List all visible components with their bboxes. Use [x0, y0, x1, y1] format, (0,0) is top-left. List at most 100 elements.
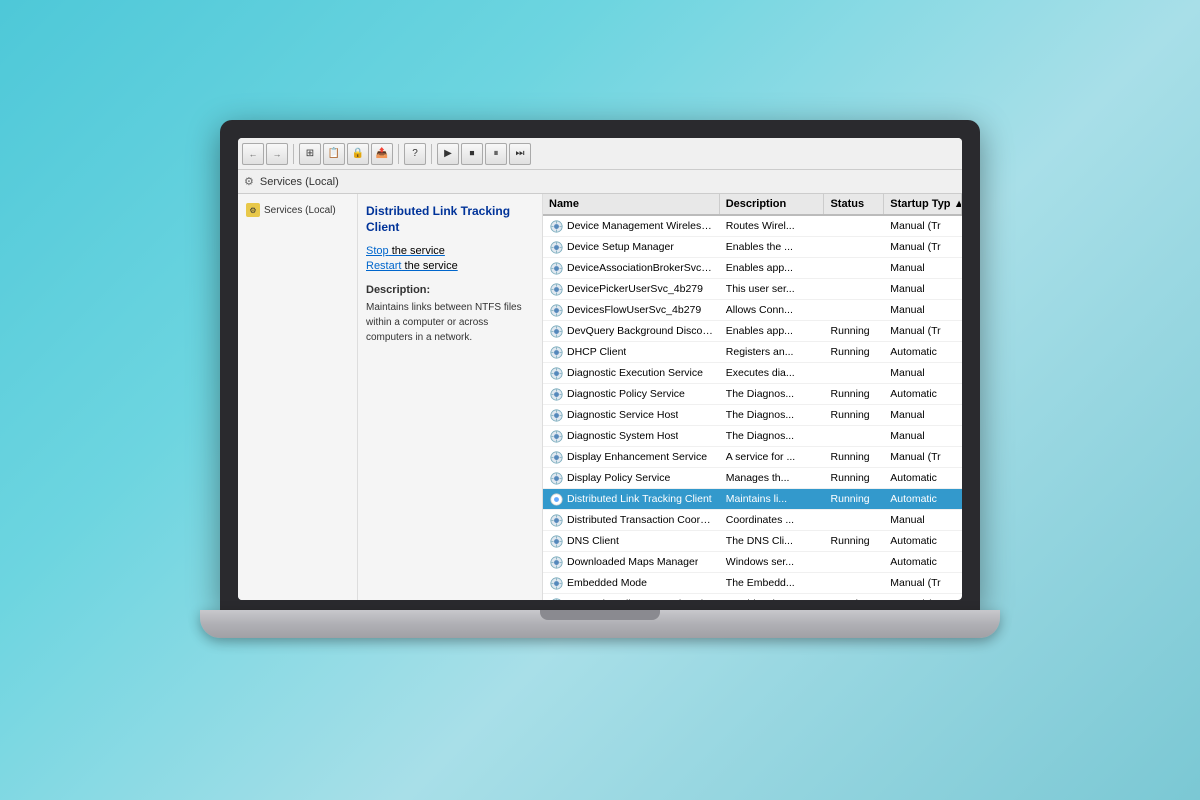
table-row[interactable]: Display Policy ServiceManages th...Runni… — [543, 468, 962, 489]
table-row[interactable]: Display Enhancement ServiceA service for… — [543, 447, 962, 468]
table-row[interactable]: DevQuery Background Discovery Broker Enab… — [543, 321, 962, 342]
service-description: The DNS Cli... — [720, 532, 825, 550]
service-name: Device Management Wireless Applicati... — [567, 220, 714, 232]
service-status — [825, 223, 885, 229]
service-startup-type: Automatic — [884, 532, 962, 550]
table-row[interactable]: Diagnostic Service HostThe Diagnos...Run… — [543, 405, 962, 426]
table-row[interactable]: Distributed Link Tracking Client Maintain… — [543, 489, 962, 510]
service-status: Running — [825, 343, 885, 361]
table-row[interactable]: Diagnostic Policy ServiceThe Diagnos...R… — [543, 384, 962, 405]
table-row[interactable]: Embedded ModeThe Embedd...Manual (Tr — [543, 573, 962, 594]
service-description: The Diagnos... — [720, 427, 825, 445]
service-startup-type: Automatic — [884, 385, 962, 403]
service-name: Distributed Link Tracking Client — [567, 493, 712, 505]
service-status — [825, 244, 885, 250]
service-status — [825, 433, 885, 439]
pause-service-button[interactable]: ⏸ — [485, 143, 507, 165]
restart-link[interactable]: Restart the service — [366, 260, 534, 272]
address-bar: ⚙ Services (Local) — [238, 170, 962, 194]
service-icon — [549, 282, 563, 296]
laptop-screen: ← → ⊞ 📋 🔒 📤 ? ▶ ⏹ ⏸ ⏭ ⚙ Services (Local) — [238, 138, 962, 600]
service-startup-type: Manual (Tr — [884, 448, 962, 466]
services-list: Name Description Status Startup Typ ▲ De… — [543, 194, 962, 600]
service-name: Display Enhancement Service — [567, 451, 707, 463]
stop-link[interactable]: Stop the service — [366, 245, 534, 257]
service-status: Running — [825, 406, 885, 424]
table-row[interactable]: DeviceAssociationBrokerSvc_4b279Enables … — [543, 258, 962, 279]
table-row[interactable]: Downloaded Maps ManagerWindows ser...Aut… — [543, 552, 962, 573]
table-row[interactable]: Distributed Transaction Coordinator Coord… — [543, 510, 962, 531]
service-description: Maintains li... — [720, 490, 825, 508]
service-name: DevQuery Background Discovery Broker — [567, 325, 714, 337]
left-panel: Distributed Link Tracking Client Stop th… — [358, 194, 543, 600]
show-grid-button[interactable]: ⊞ — [299, 143, 321, 165]
service-startup-type: Manual — [884, 280, 962, 298]
table-row[interactable]: Device Setup ManagerEnables the ...Manua… — [543, 237, 962, 258]
service-icon — [549, 576, 563, 590]
service-startup-type: Manual — [884, 364, 962, 382]
col-header-name[interactable]: Name — [543, 194, 720, 214]
col-header-status[interactable]: Status — [824, 194, 884, 214]
service-icon — [549, 387, 563, 401]
start-service-button[interactable]: ▶ — [437, 143, 459, 165]
copy-button[interactable]: 📋 — [323, 143, 345, 165]
service-status: Running — [825, 595, 885, 600]
service-status: Running — [825, 490, 885, 508]
service-description: Enables app... — [720, 322, 825, 340]
service-icon — [549, 240, 563, 254]
service-status: Running — [825, 448, 885, 466]
nav-item-services[interactable]: ⚙ Services (Local) — [242, 200, 353, 220]
service-description: The Diagnos... — [720, 406, 825, 424]
service-status — [825, 517, 885, 523]
forward-button[interactable]: → — [266, 143, 288, 165]
service-description: Executes dia... — [720, 364, 825, 382]
service-startup-type: Manual — [884, 406, 962, 424]
service-icon — [549, 345, 563, 359]
services-icon: ⚙ — [246, 203, 260, 217]
col-header-startup[interactable]: Startup Typ ▲ — [884, 194, 962, 214]
service-status: Running — [825, 532, 885, 550]
service-icon — [549, 534, 563, 548]
table-row[interactable]: Diagnostic Execution ServiceExecutes dia… — [543, 363, 962, 384]
description-text: Maintains links between NTFS files withi… — [366, 300, 534, 345]
table-row[interactable]: Device Management Wireless Applicati... R… — [543, 216, 962, 237]
service-name: DeviceAssociationBrokerSvc_4b279 — [567, 262, 714, 274]
separator-3 — [431, 144, 432, 164]
service-icon — [549, 597, 563, 600]
table-row[interactable]: DNS ClientThe DNS Cli...RunningAutomatic — [543, 531, 962, 552]
lock-button[interactable]: 🔒 — [347, 143, 369, 165]
table-row[interactable]: DevicePickerUserSvc_4b279This user ser..… — [543, 279, 962, 300]
toolbar: ← → ⊞ 📋 🔒 📤 ? ▶ ⏹ ⏸ ⏭ — [238, 138, 962, 170]
table-row[interactable]: DevicesFlowUserSvc_4b279Allows Conn...Ma… — [543, 300, 962, 321]
table-row[interactable]: Encrypting File System (EFS)Provides the… — [543, 594, 962, 600]
restart-service-button[interactable]: ⏭ — [509, 143, 531, 165]
service-description: Registers an... — [720, 343, 825, 361]
service-status — [825, 370, 885, 376]
service-startup-type: Manual (Tr — [884, 217, 962, 235]
service-status — [825, 286, 885, 292]
col-header-desc[interactable]: Description — [720, 194, 825, 214]
separator-2 — [398, 144, 399, 164]
service-description: Manages th... — [720, 469, 825, 487]
stop-label: Stop — [366, 245, 389, 257]
table-row[interactable]: Diagnostic System HostThe Diagnos...Manu… — [543, 426, 962, 447]
help-button[interactable]: ? — [404, 143, 426, 165]
main-content: ⚙ Services (Local) Distributed Link Trac… — [238, 194, 962, 600]
export-button[interactable]: 📤 — [371, 143, 393, 165]
nav-item-label: Services (Local) — [264, 205, 336, 216]
service-name: Encrypting File System (EFS) — [567, 598, 705, 600]
description-title: Description: — [366, 284, 534, 296]
service-description: The Diagnos... — [720, 385, 825, 403]
service-name: Distributed Transaction Coordinator — [567, 514, 714, 526]
separator-1 — [293, 144, 294, 164]
service-status — [825, 580, 885, 586]
table-row[interactable]: DHCP ClientRegisters an...RunningAutomat… — [543, 342, 962, 363]
service-description: Coordinates ... — [720, 511, 825, 529]
back-button[interactable]: ← — [242, 143, 264, 165]
stop-service-button[interactable]: ⏹ — [461, 143, 483, 165]
service-startup-type: Automatic — [884, 469, 962, 487]
service-description: Routes Wirel... — [720, 217, 825, 235]
service-name: Downloaded Maps Manager — [567, 556, 698, 568]
service-startup-type: Manual — [884, 511, 962, 529]
service-name: DHCP Client — [567, 346, 626, 358]
